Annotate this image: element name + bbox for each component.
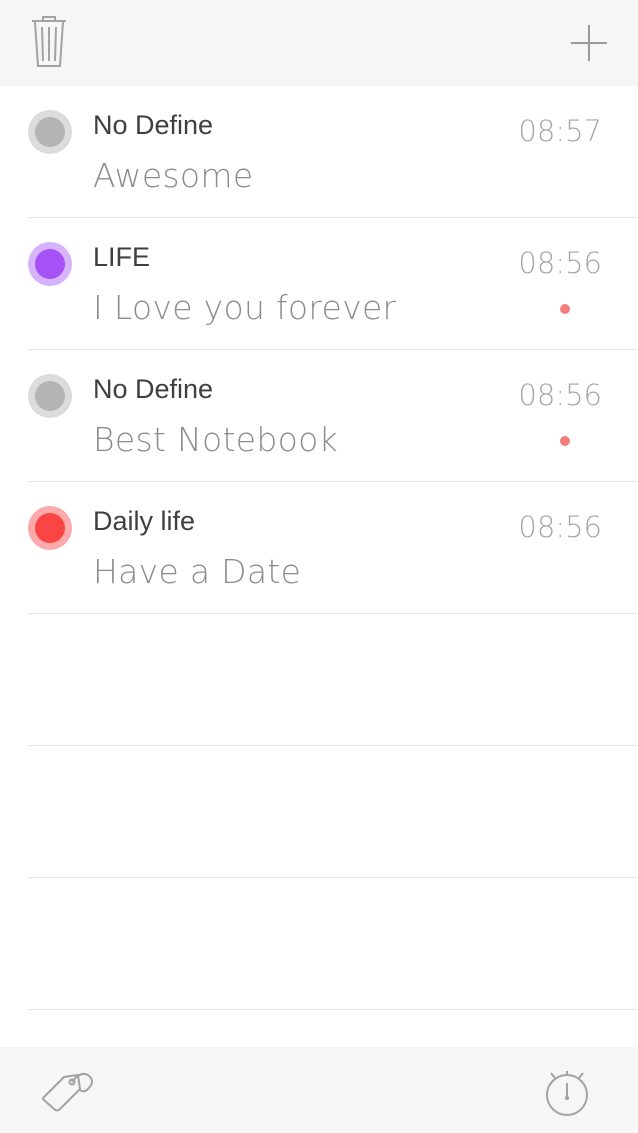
note-time: 08:56 [518,510,602,544]
plus-icon [571,25,607,61]
category-dot [28,110,72,154]
note-category: Daily life [93,506,196,536]
note-title: I Love you forever [93,288,397,327]
note-time: 08:57 [518,114,602,148]
note-time: 08:56 [518,246,602,280]
category-dot [28,242,72,286]
note-row[interactable]: Daily life Have a Date 08:56 [0,482,638,614]
note-title: Awesome [93,156,254,195]
note-category: No Define [93,374,214,404]
note-row[interactable]: No Define Awesome 08:57 [0,86,638,218]
empty-row [0,746,638,878]
note-time: 08:56 [518,378,602,412]
category-dot [28,374,72,418]
note-row[interactable]: LIFE I Love you forever 08:56 [0,218,638,350]
tags-button[interactable] [40,1067,96,1117]
category-dot [28,506,72,550]
reminder-button[interactable] [542,1065,592,1119]
top-toolbar [0,0,638,86]
note-title: Have a Date [93,552,302,591]
stopwatch-icon [546,1071,588,1116]
row-divider [28,1009,638,1010]
trash-button[interactable] [26,14,72,70]
note-row[interactable]: No Define Best Notebook 08:56 [0,350,638,482]
note-category: No Define [93,110,214,140]
add-note-button[interactable] [566,20,612,66]
reminder-indicator [560,436,570,446]
reminder-indicator [560,304,570,314]
trash-icon [32,16,66,67]
note-category: LIFE [93,242,151,272]
tag-icon [42,1072,93,1112]
empty-row [0,878,638,1010]
notes-list: No Define Awesome 08:57 LIFE I Love you … [0,86,638,1010]
note-title: Best Notebook [93,420,338,459]
empty-row [0,614,638,746]
bottom-toolbar [0,1047,638,1133]
